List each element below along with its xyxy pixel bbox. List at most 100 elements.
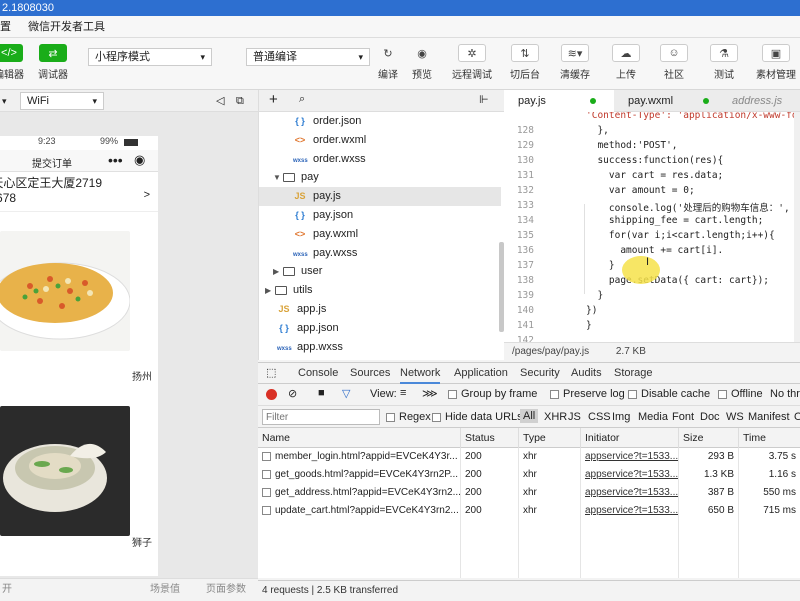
preserve-log[interactable]: Preserve log: [550, 388, 625, 400]
upload-button[interactable]: ☁ 上传: [612, 44, 640, 81]
type-font[interactable]: Font: [672, 411, 694, 423]
clear-cache-button[interactable]: ≋▾ 清缓存: [560, 44, 590, 81]
record-icon[interactable]: [266, 389, 277, 400]
offline[interactable]: Offline: [718, 388, 763, 400]
unsaved-dot-icon: [703, 98, 710, 105]
chevron-down-icon[interactable]: ▾: [2, 90, 7, 112]
type-css[interactable]: CSS: [588, 411, 611, 423]
type-all[interactable]: All: [520, 409, 539, 423]
chevron-right-icon: >: [143, 189, 150, 201]
debugger-icon: ⇄: [39, 44, 67, 62]
tab-console[interactable]: Console: [298, 363, 338, 384]
tree-folder-pay[interactable]: ▼ pay: [273, 168, 505, 187]
type-other[interactable]: O: [794, 411, 800, 423]
eye-icon: ◉: [417, 47, 427, 60]
compile-button[interactable]: ↻ 编译: [374, 44, 402, 82]
regex-checkbox[interactable]: Regex: [386, 411, 431, 423]
tree-folder-user[interactable]: ▶ user: [273, 262, 505, 281]
collapse-icon[interactable]: ⊩: [479, 93, 489, 106]
tree-item[interactable]: wxss pay.wxss: [293, 244, 505, 263]
code-editor[interactable]: 'Content-Type': 'application/x-www-fo 12…: [504, 112, 800, 342]
network-select[interactable]: WiFi: [20, 92, 104, 110]
tree-item[interactable]: wxss order.wxss: [293, 150, 505, 169]
code-line-partial: 'Content-Type': 'application/x-www-fo: [586, 112, 798, 121]
tree-folder-utils[interactable]: ▶ utils: [265, 281, 505, 300]
background-button[interactable]: ⇅ 切后台: [510, 44, 540, 81]
page-params-button[interactable]: 页面参数: [206, 579, 246, 601]
add-icon[interactable]: +: [269, 91, 278, 108]
col-time[interactable]: Time: [738, 428, 800, 448]
tree-item[interactable]: { } order.json: [293, 112, 505, 131]
type-xhr[interactable]: XHR: [544, 411, 567, 423]
preview-button[interactable]: ◉ 预览: [408, 44, 436, 82]
disable-cache[interactable]: Disable cache: [628, 388, 710, 400]
editor-button[interactable]: </> 编辑器: [0, 44, 24, 81]
community-button[interactable]: ☺ 社区: [660, 44, 688, 81]
phone-screen: 9:23 99% 提交订单 ••• ◉ 市,天心区定王大厦2719 345678…: [0, 136, 158, 576]
menu-item-settings[interactable]: 置: [0, 21, 11, 33]
search-icon[interactable]: ⌕: [299, 93, 305, 106]
group-by-frame[interactable]: Group by frame: [448, 388, 537, 400]
throttle-select[interactable]: No thr: [770, 388, 800, 400]
more-icon[interactable]: •••: [108, 152, 123, 168]
type-media[interactable]: Media: [638, 411, 668, 423]
hide-data-urls-checkbox[interactable]: Hide data URLs: [432, 411, 523, 423]
tree-item-selected[interactable]: JS pay.js: [259, 187, 501, 206]
inspect-icon[interactable]: ⬚: [266, 366, 276, 379]
type-img[interactable]: Img: [612, 411, 630, 423]
tab-security[interactable]: Security: [520, 363, 560, 384]
tab-pay-js[interactable]: pay.js: [504, 90, 614, 112]
waterfall-icon[interactable]: ⋙: [422, 387, 438, 400]
scene-value-button[interactable]: 场景值: [150, 579, 180, 601]
code-line: page.setData({ cart: cart});: [586, 275, 770, 286]
table-row[interactable]: member_login.html?appid=EVCeK4Y3r... 200…: [258, 448, 800, 466]
close-circle-icon[interactable]: ◉: [134, 152, 145, 168]
editor-scrollbar[interactable]: [794, 112, 800, 342]
switch-icon: ⇅: [511, 44, 539, 62]
debugger-button[interactable]: ⇄ 调试器: [38, 44, 68, 81]
col-initiator[interactable]: Initiator: [580, 428, 678, 448]
table-row[interactable]: get_address.html?appid=EVCeK4Y3rn2... 20…: [258, 484, 800, 502]
tab-network[interactable]: Network: [400, 363, 441, 384]
table-row[interactable]: get_goods.html?appid=EVCeK4Y3rn2P... 200…: [258, 466, 800, 484]
tree-item[interactable]: wxss app.wxss: [277, 338, 505, 357]
col-type[interactable]: Type: [518, 428, 580, 448]
type-ws[interactable]: WS: [726, 411, 744, 423]
compile-select[interactable]: 普通编译: [246, 48, 370, 66]
filter-icon[interactable]: ▽: [342, 387, 350, 400]
popout-icon[interactable]: ⧉: [236, 90, 244, 112]
tab-application[interactable]: Application: [454, 363, 508, 384]
camera-icon[interactable]: ■: [318, 387, 325, 399]
remote-debug-button[interactable]: ✲ 远程调试: [452, 44, 492, 81]
menu-item-wechat-devtools[interactable]: 微信开发者工具: [28, 21, 105, 33]
code-line: }: [586, 260, 615, 271]
item1-label: 扬州: [132, 372, 152, 383]
assets-button[interactable]: ▣ 素材管理: [756, 44, 796, 81]
large-rows-icon[interactable]: ≡: [400, 387, 406, 399]
line-number: 129: [516, 140, 534, 151]
clear-icon[interactable]: ⊘: [288, 387, 297, 400]
col-size[interactable]: Size: [678, 428, 738, 448]
item2-label: 狮子: [132, 538, 152, 549]
table-row[interactable]: update_cart.html?appid=EVCeK4Y3rn2... 20…: [258, 502, 800, 520]
test-button[interactable]: ⚗ 测试: [710, 44, 738, 81]
tab-audits[interactable]: Audits: [571, 363, 602, 384]
type-js[interactable]: JS: [568, 411, 581, 423]
tree-item[interactable]: { } pay.json: [293, 206, 505, 225]
tree-item[interactable]: { } app.json: [277, 319, 505, 338]
col-name[interactable]: Name: [258, 428, 460, 448]
col-status[interactable]: Status: [460, 428, 518, 448]
tree-item[interactable]: JS app.js: [277, 300, 505, 319]
tab-storage[interactable]: Storage: [614, 363, 653, 384]
type-doc[interactable]: Doc: [700, 411, 720, 423]
filter-input[interactable]: [262, 409, 380, 425]
tab-pay-wxml[interactable]: pay.wxml: [614, 90, 718, 112]
mode-select[interactable]: 小程序模式: [88, 48, 212, 66]
mute-icon[interactable]: ◁: [216, 90, 224, 112]
tab-sources[interactable]: Sources: [350, 363, 390, 384]
tree-item[interactable]: <> order.wxml: [293, 131, 505, 150]
tab-address-js[interactable]: address.js: [718, 90, 800, 112]
tree-item[interactable]: <> pay.wxml: [293, 225, 505, 244]
type-manifest[interactable]: Manifest: [748, 411, 790, 423]
address-block[interactable]: 市,天心区定王大厦2719 345678 >: [0, 172, 158, 212]
